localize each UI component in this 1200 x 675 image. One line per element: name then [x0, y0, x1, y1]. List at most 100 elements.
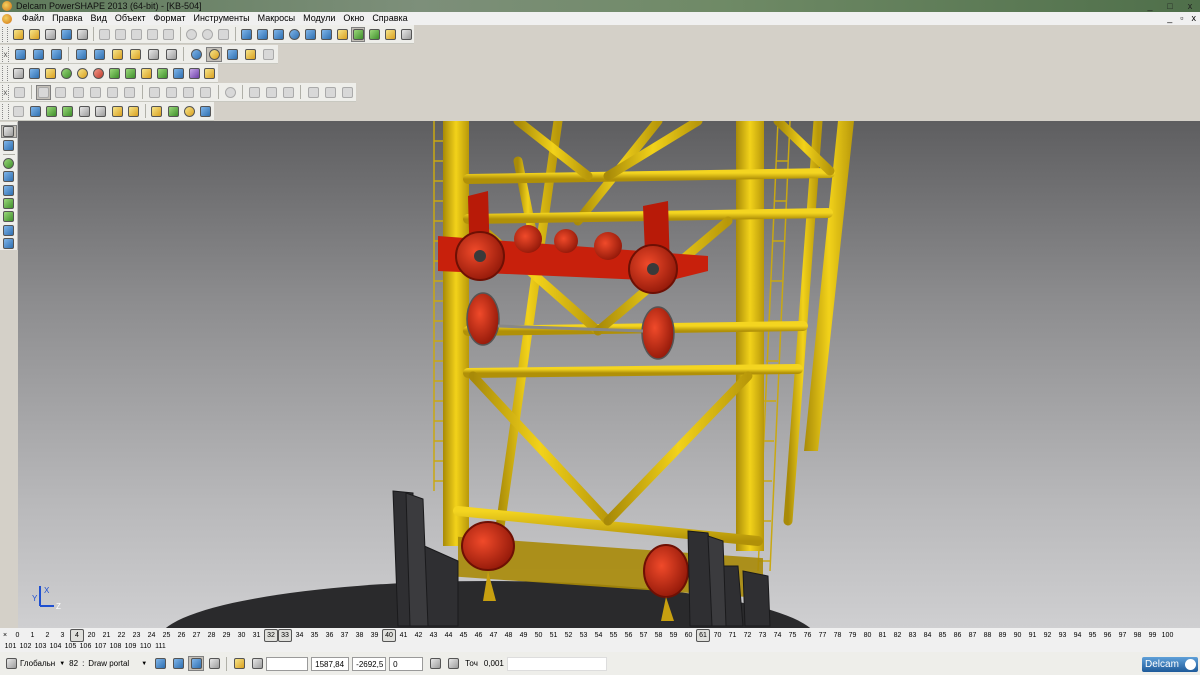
curve-icon[interactable] — [303, 27, 317, 42]
level-button[interactable]: 84 — [920, 630, 935, 641]
calculator-icon[interactable] — [427, 656, 443, 671]
level-button[interactable]: 49 — [516, 630, 531, 641]
level-button[interactable]: 50 — [531, 630, 546, 641]
level-button[interactable]: 54 — [591, 630, 606, 641]
level-button[interactable]: 98 — [1130, 630, 1145, 641]
level-button[interactable]: 47 — [486, 630, 501, 641]
level-button[interactable]: 0 — [10, 630, 25, 641]
box-icon[interactable] — [139, 66, 153, 81]
menu-modules[interactable]: Модули — [299, 12, 339, 25]
explode-icon[interactable] — [199, 104, 213, 119]
menu-macros[interactable]: Макросы — [254, 12, 300, 25]
globe-icon[interactable] — [188, 47, 204, 62]
level-button[interactable]: 76 — [800, 630, 815, 641]
level-button[interactable]: 28 — [204, 630, 219, 641]
paste-icon[interactable] — [130, 27, 144, 42]
level-button[interactable]: 74 — [770, 630, 785, 641]
new-file-icon[interactable] — [11, 27, 25, 42]
level-button[interactable]: 25 — [159, 630, 174, 641]
xy-plane-icon[interactable] — [28, 104, 42, 119]
solid-arrow-icon[interactable] — [12, 85, 27, 100]
level-button[interactable]: 71 — [725, 630, 740, 641]
menu-tools[interactable]: Инструменты — [189, 12, 253, 25]
doc-close-button[interactable]: x — [1192, 12, 1197, 25]
menu-object[interactable]: Объект — [111, 12, 150, 25]
view-top-icon[interactable] — [91, 47, 107, 62]
level-button[interactable]: 34 — [292, 630, 307, 641]
view-iso2-icon[interactable] — [30, 47, 46, 62]
solid-split-icon[interactable] — [198, 85, 213, 100]
level-button[interactable]: 39 — [367, 630, 382, 641]
feature-a-icon[interactable] — [247, 85, 262, 100]
solid-intersect-icon[interactable] — [88, 85, 103, 100]
level-button[interactable]: 41 — [396, 630, 411, 641]
level-button[interactable]: 36 — [322, 630, 337, 641]
level-button[interactable]: 45 — [456, 630, 471, 641]
erase-icon[interactable] — [146, 27, 160, 42]
analysis-icon[interactable] — [187, 66, 201, 81]
level-button[interactable]: 70 — [710, 630, 725, 641]
toolbar-grip[interactable] — [2, 65, 9, 81]
levels-close-icon[interactable]: × — [0, 630, 10, 641]
coord-y-field[interactable]: -2692,5 — [352, 656, 387, 671]
grid-snap-icon[interactable] — [206, 656, 222, 671]
level-button[interactable]: 101 — [3, 641, 18, 652]
level-button[interactable]: 26 — [174, 630, 189, 641]
level-button[interactable]: 2 — [40, 630, 55, 641]
text-icon[interactable] — [319, 27, 333, 42]
delete-icon[interactable] — [162, 27, 176, 42]
auto-snap-icon[interactable] — [188, 656, 205, 671]
color-sphere-icon[interactable] — [75, 66, 89, 81]
zoom-out-icon[interactable] — [163, 47, 179, 62]
level-button[interactable]: 23 — [129, 630, 144, 641]
level-button[interactable]: 105 — [63, 641, 78, 652]
select-icon[interactable] — [217, 27, 231, 42]
rotate-icon[interactable] — [127, 47, 143, 62]
level-button[interactable]: 109 — [123, 641, 138, 652]
toolbar-grip[interactable] — [2, 103, 9, 119]
level-button[interactable]: 92 — [1040, 630, 1055, 641]
menu-help[interactable]: Справка — [368, 12, 411, 25]
red-sphere-icon[interactable] — [91, 66, 105, 81]
copy-icon[interactable] — [114, 27, 128, 42]
level-button[interactable]: 30 — [234, 630, 249, 641]
solid-boolean-icon[interactable] — [53, 85, 68, 100]
level-button[interactable]: 87 — [965, 630, 980, 641]
menu-format[interactable]: Формат — [150, 12, 190, 25]
print-icon[interactable] — [75, 27, 89, 42]
level-button[interactable]: 61 — [696, 629, 710, 642]
workplane-icon[interactable] — [1, 140, 17, 152]
level-button[interactable]: 81 — [875, 630, 890, 641]
level-button[interactable]: 88 — [980, 630, 995, 641]
meshes-icon[interactable] — [1, 224, 17, 236]
level-button[interactable]: 79 — [845, 630, 860, 641]
lightbulb-icon[interactable] — [242, 47, 258, 62]
material-icon[interactable] — [59, 66, 73, 81]
toolbar-grip[interactable] — [2, 26, 9, 42]
lines-icon[interactable] — [1, 171, 17, 183]
feature-e-icon[interactable] — [323, 85, 338, 100]
tolerance-icon[interactable] — [445, 656, 461, 671]
coord-blank-field[interactable] — [266, 656, 309, 671]
level-button[interactable]: 100 — [1160, 630, 1175, 641]
level-button[interactable]: 106 — [78, 641, 93, 652]
shaded-icon[interactable] — [206, 46, 222, 62]
level-button[interactable]: 35 — [307, 630, 322, 641]
calculator-icon[interactable] — [11, 66, 25, 81]
level-button[interactable]: 55 — [606, 630, 621, 641]
constraint-icon[interactable] — [93, 104, 107, 119]
assembly-icon[interactable] — [44, 104, 58, 119]
menu-edit[interactable]: Правка — [48, 12, 86, 25]
surface-icon[interactable] — [351, 26, 366, 42]
level-button[interactable]: 73 — [755, 630, 770, 641]
level-combo[interactable]: 82 : Draw portal ▼ — [69, 657, 147, 671]
level-button[interactable]: 77 — [815, 630, 830, 641]
level-button[interactable]: 75 — [785, 630, 800, 641]
view-iso3-icon[interactable] — [48, 47, 64, 62]
document-tree-icon[interactable] — [27, 66, 41, 81]
save-icon[interactable] — [59, 27, 73, 42]
zoom-in-icon[interactable] — [145, 47, 161, 62]
info-icon[interactable] — [171, 66, 185, 81]
solid-shell-icon[interactable] — [181, 85, 196, 100]
level-button[interactable]: 85 — [935, 630, 950, 641]
